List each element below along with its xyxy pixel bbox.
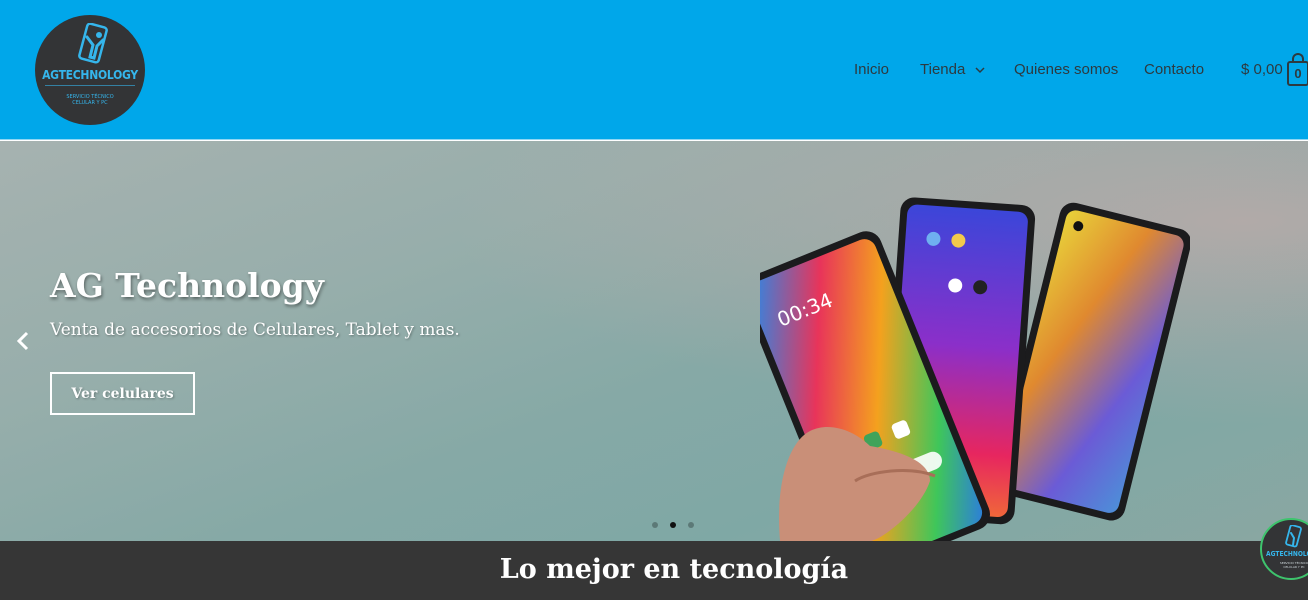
section-title: Lo mejor en tecnología — [499, 554, 849, 585]
chevron-down-icon[interactable] — [975, 66, 985, 74]
chevron-left-icon[interactable] — [14, 330, 32, 352]
hero-subtitle: Venta de accesorios de Celulares, Tablet… — [50, 320, 460, 340]
section-banner: Lo mejor en tecnología — [0, 541, 1308, 600]
hero-title: AG Technology — [50, 266, 324, 305]
slider-dot-3[interactable] — [688, 522, 694, 528]
logo-tagline: SERVICIO TÉCNICO CELULAR Y PC — [66, 94, 114, 106]
badge-brand-text: AGTECHNOLOGY — [1266, 550, 1308, 558]
slider-dot-1[interactable] — [652, 522, 658, 528]
hand-holding-phones-image: 00:34 — [760, 197, 1190, 541]
site-logo[interactable]: AGTECHNOLOGY SERVICIO TÉCNICO CELULAR Y … — [35, 15, 145, 125]
phone-wrench-icon — [1285, 525, 1302, 548]
nav-item-quienes-somos[interactable]: Quienes somos — [1014, 61, 1118, 78]
badge-tagline: SERVICIO TÉCNICO CELULAR Y PC — [1279, 561, 1308, 569]
phone-wrench-icon — [78, 23, 108, 64]
nav-item-inicio[interactable]: Inicio — [854, 61, 889, 78]
logo-brand-text: AGTECHNOLOGY — [42, 68, 138, 82]
cart-total[interactable]: $ 0,00 — [1241, 61, 1283, 78]
logo-divider — [45, 85, 135, 86]
slider-dot-2[interactable] — [670, 522, 676, 528]
cart-bag-icon[interactable]: 0 — [1287, 61, 1308, 86]
site-header: AGTECHNOLOGY SERVICIO TÉCNICO CELULAR Y … — [0, 0, 1308, 140]
nav-item-contacto[interactable]: Contacto — [1144, 61, 1204, 78]
nav-item-tienda[interactable]: Tienda — [920, 61, 965, 78]
ver-celulares-button[interactable]: Ver celulares — [50, 372, 195, 415]
hero-slider: 00:34 AG Technology Venta de accesorios … — [0, 141, 1308, 541]
